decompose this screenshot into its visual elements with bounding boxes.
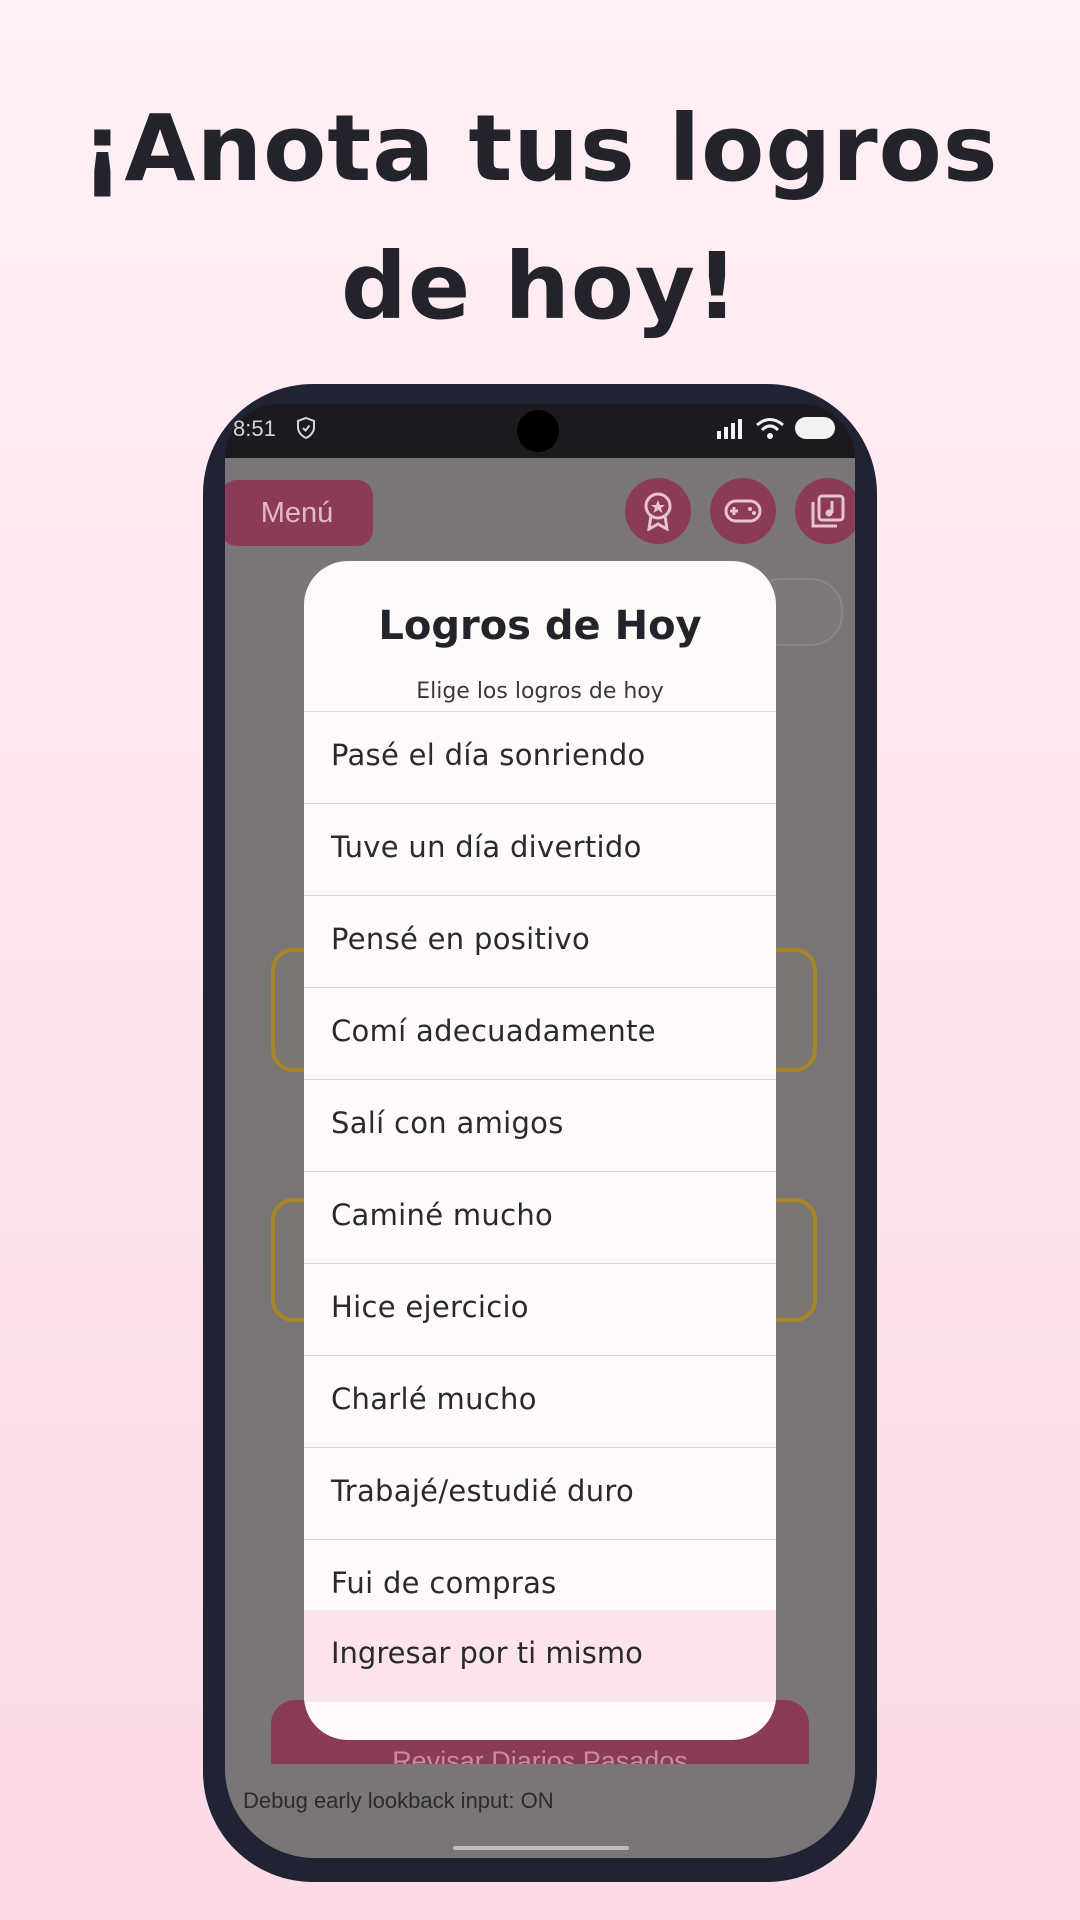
dialog-title: Logros de Hoy — [378, 603, 702, 649]
achievement-option[interactable]: Pensé en positivo — [304, 896, 776, 988]
status-time: 8:51 — [233, 416, 276, 441]
battery-icon — [795, 417, 835, 439]
debug-text: Debug early lookback input: ON — [225, 1764, 855, 1858]
status-bar: 8:51 — [225, 404, 855, 458]
manual-entry-button[interactable]: Ingresar por ti mismo — [304, 1610, 776, 1702]
home-indicator[interactable] — [453, 1846, 629, 1850]
gamepad-icon — [724, 499, 762, 523]
award-icon — [644, 492, 672, 531]
achievement-option[interactable]: Pasé el día sonriendo — [304, 712, 776, 804]
achievement-option[interactable]: Comí adecuadamente — [304, 988, 776, 1080]
achievement-option[interactable]: Salí con amigos — [304, 1080, 776, 1172]
signal-icon — [717, 419, 742, 439]
dialog-subtitle: Elige los logros de hoy — [416, 679, 664, 704]
headline-line-1: ¡Anota tus logros — [81, 95, 999, 202]
music-library-icon — [811, 494, 845, 528]
menu-button[interactable]: Menú — [225, 480, 373, 546]
headline: ¡Anota tus logros de hoy! — [0, 80, 1080, 356]
status-icons — [715, 416, 835, 440]
achievement-option[interactable]: Charlé mucho — [304, 1356, 776, 1448]
achievement-option[interactable]: Hice ejercicio — [304, 1264, 776, 1356]
achievement-option[interactable]: Tuve un día divertido — [304, 804, 776, 896]
achievement-option[interactable]: Trabajé/estudié duro — [304, 1448, 776, 1540]
camera-cutout — [517, 410, 559, 452]
achievements-button[interactable] — [625, 478, 691, 544]
achievements-dialog: Logros de Hoy Elige los logros de hoy Pa… — [304, 561, 776, 1740]
wifi-icon — [756, 418, 784, 439]
headline-line-2: de hoy! — [341, 233, 739, 340]
achievement-option[interactable]: Caminé mucho — [304, 1172, 776, 1264]
achievement-list: Pasé el día sonriendo Tuve un día divert… — [304, 711, 776, 1632]
games-button[interactable] — [710, 478, 776, 544]
shield-icon — [297, 416, 315, 440]
music-button[interactable] — [795, 478, 855, 544]
